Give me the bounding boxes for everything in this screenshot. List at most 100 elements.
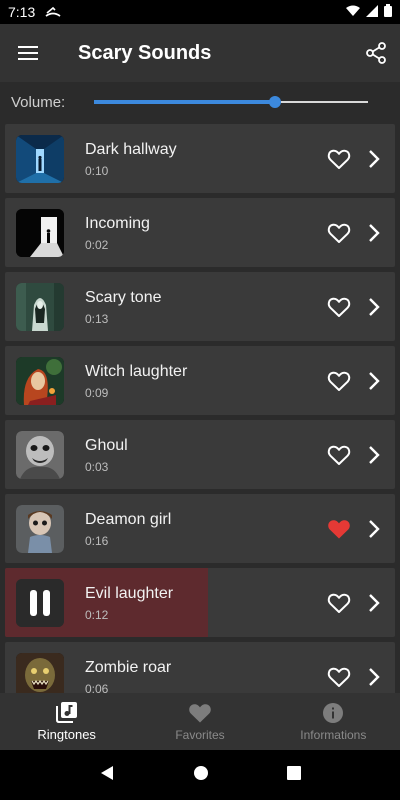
favorite-button[interactable] [321, 585, 357, 621]
heart-filled-icon [328, 519, 350, 538]
tab-label: Favorites [175, 727, 225, 742]
heart-outline-icon [327, 223, 351, 243]
sound-name: Scary tone [85, 288, 162, 306]
witch-laughter-thumbnail [16, 356, 64, 405]
tab-label: Informations [300, 727, 367, 742]
pause-button[interactable] [16, 578, 64, 627]
home-circle-icon [194, 765, 208, 780]
sound-list-item[interactable]: Ghoul 0:03 [5, 420, 395, 489]
sound-list-item[interactable]: Witch laughter 0:09 [5, 346, 395, 415]
deamon-girl-thumbnail [16, 504, 64, 553]
chevron-right-icon [369, 667, 380, 686]
missed-call-icon [45, 4, 61, 20]
menu-button[interactable] [0, 24, 56, 82]
favorite-button[interactable] [321, 659, 357, 694]
sound-list-item[interactable]: Zombie roar 0:06 [5, 642, 395, 693]
chevron-right-icon [369, 371, 380, 390]
details-button[interactable] [357, 511, 391, 547]
chevron-right-icon [369, 593, 380, 612]
back-triangle-icon [101, 765, 113, 780]
heart-outline-icon [327, 371, 351, 391]
hamburger-menu-icon [18, 46, 38, 60]
sound-list-item-playing[interactable]: Evil laughter 0:12 [5, 568, 395, 637]
sound-name: Witch laughter [85, 362, 188, 380]
chevron-right-icon [369, 149, 380, 168]
sound-list-item[interactable]: Incoming 0:02 [5, 198, 395, 267]
chevron-right-icon [369, 445, 380, 464]
ghoul-thumbnail [16, 430, 64, 479]
heart-icon [189, 703, 211, 722]
share-button[interactable] [352, 24, 400, 82]
dark-hallway-thumbnail [16, 134, 64, 183]
favorite-button[interactable] [321, 289, 357, 325]
sound-duration: 0:09 [85, 385, 109, 400]
details-button[interactable] [357, 437, 391, 473]
sound-name: Zombie roar [85, 658, 172, 676]
sound-list-item[interactable]: Dark hallway 0:10 [5, 124, 395, 193]
favorite-button[interactable] [321, 511, 357, 547]
details-button[interactable] [357, 141, 391, 177]
app-bar: Scary Sounds [0, 24, 400, 82]
wifi-icon [346, 4, 360, 20]
main-content: Volume: Dark hallway 0:10 Incoming 0:02 … [0, 82, 400, 693]
sound-list-item[interactable]: Deamon girl 0:16 [5, 494, 395, 563]
heart-outline-icon [327, 297, 351, 317]
sound-duration: 0:03 [85, 459, 109, 474]
sound-name: Evil laughter [85, 584, 174, 602]
favorite-button[interactable] [321, 437, 357, 473]
recents-button[interactable] [287, 765, 301, 785]
status-time: 7:13 [8, 4, 36, 20]
system-navigation-bar [0, 750, 400, 800]
details-button[interactable] [357, 659, 391, 694]
chevron-right-icon [369, 519, 380, 538]
sound-duration: 0:06 [85, 681, 109, 694]
back-button[interactable] [99, 765, 115, 786]
sound-name: Dark hallway [85, 140, 177, 158]
bottom-navigation: Ringtones Favorites Informations [0, 693, 400, 750]
volume-thumb[interactable] [269, 96, 282, 108]
tab-favorites[interactable]: Favorites [133, 693, 266, 750]
volume-slider[interactable] [94, 92, 369, 112]
volume-label: Volume: [11, 93, 66, 111]
sound-list-item[interactable]: Scary tone 0:13 [5, 272, 395, 341]
sound-duration: 0:12 [85, 607, 109, 622]
info-icon [323, 702, 344, 723]
volume-fill [94, 100, 276, 104]
details-button[interactable] [357, 215, 391, 251]
pause-icon [16, 578, 64, 627]
tab-ringtones[interactable]: Ringtones [0, 693, 133, 750]
sound-name: Incoming [85, 214, 150, 232]
zombie-roar-thumbnail [16, 652, 64, 693]
chevron-right-icon [369, 297, 380, 316]
sound-list: Dark hallway 0:10 Incoming 0:02 Scary to… [0, 124, 400, 693]
sound-duration: 0:10 [85, 163, 109, 178]
volume-row: Volume: [0, 82, 400, 122]
details-button[interactable] [357, 289, 391, 325]
heart-outline-icon [327, 667, 351, 687]
details-button[interactable] [357, 363, 391, 399]
sound-name: Deamon girl [85, 510, 172, 528]
status-bar: 7:13 [0, 0, 400, 24]
incoming-thumbnail [16, 208, 64, 257]
app-title: Scary Sounds [78, 41, 212, 64]
recents-square-icon [287, 765, 301, 780]
signal-icon [366, 4, 378, 20]
heart-outline-icon [327, 593, 351, 613]
tab-label: Ringtones [37, 727, 96, 742]
sound-duration: 0:16 [85, 533, 109, 548]
battery-icon [384, 4, 392, 20]
scary-tone-thumbnail [16, 282, 64, 331]
favorite-button[interactable] [321, 215, 357, 251]
favorite-button[interactable] [321, 141, 357, 177]
home-button[interactable] [193, 765, 209, 786]
tab-informations[interactable]: Informations [267, 693, 400, 750]
chevron-right-icon [369, 223, 380, 242]
sound-name: Ghoul [85, 436, 128, 454]
favorite-button[interactable] [321, 363, 357, 399]
details-button[interactable] [357, 585, 391, 621]
sound-duration: 0:02 [85, 237, 109, 252]
sound-duration: 0:13 [85, 311, 109, 326]
share-icon [366, 42, 386, 64]
music-library-icon [55, 702, 77, 723]
heart-outline-icon [327, 149, 351, 169]
